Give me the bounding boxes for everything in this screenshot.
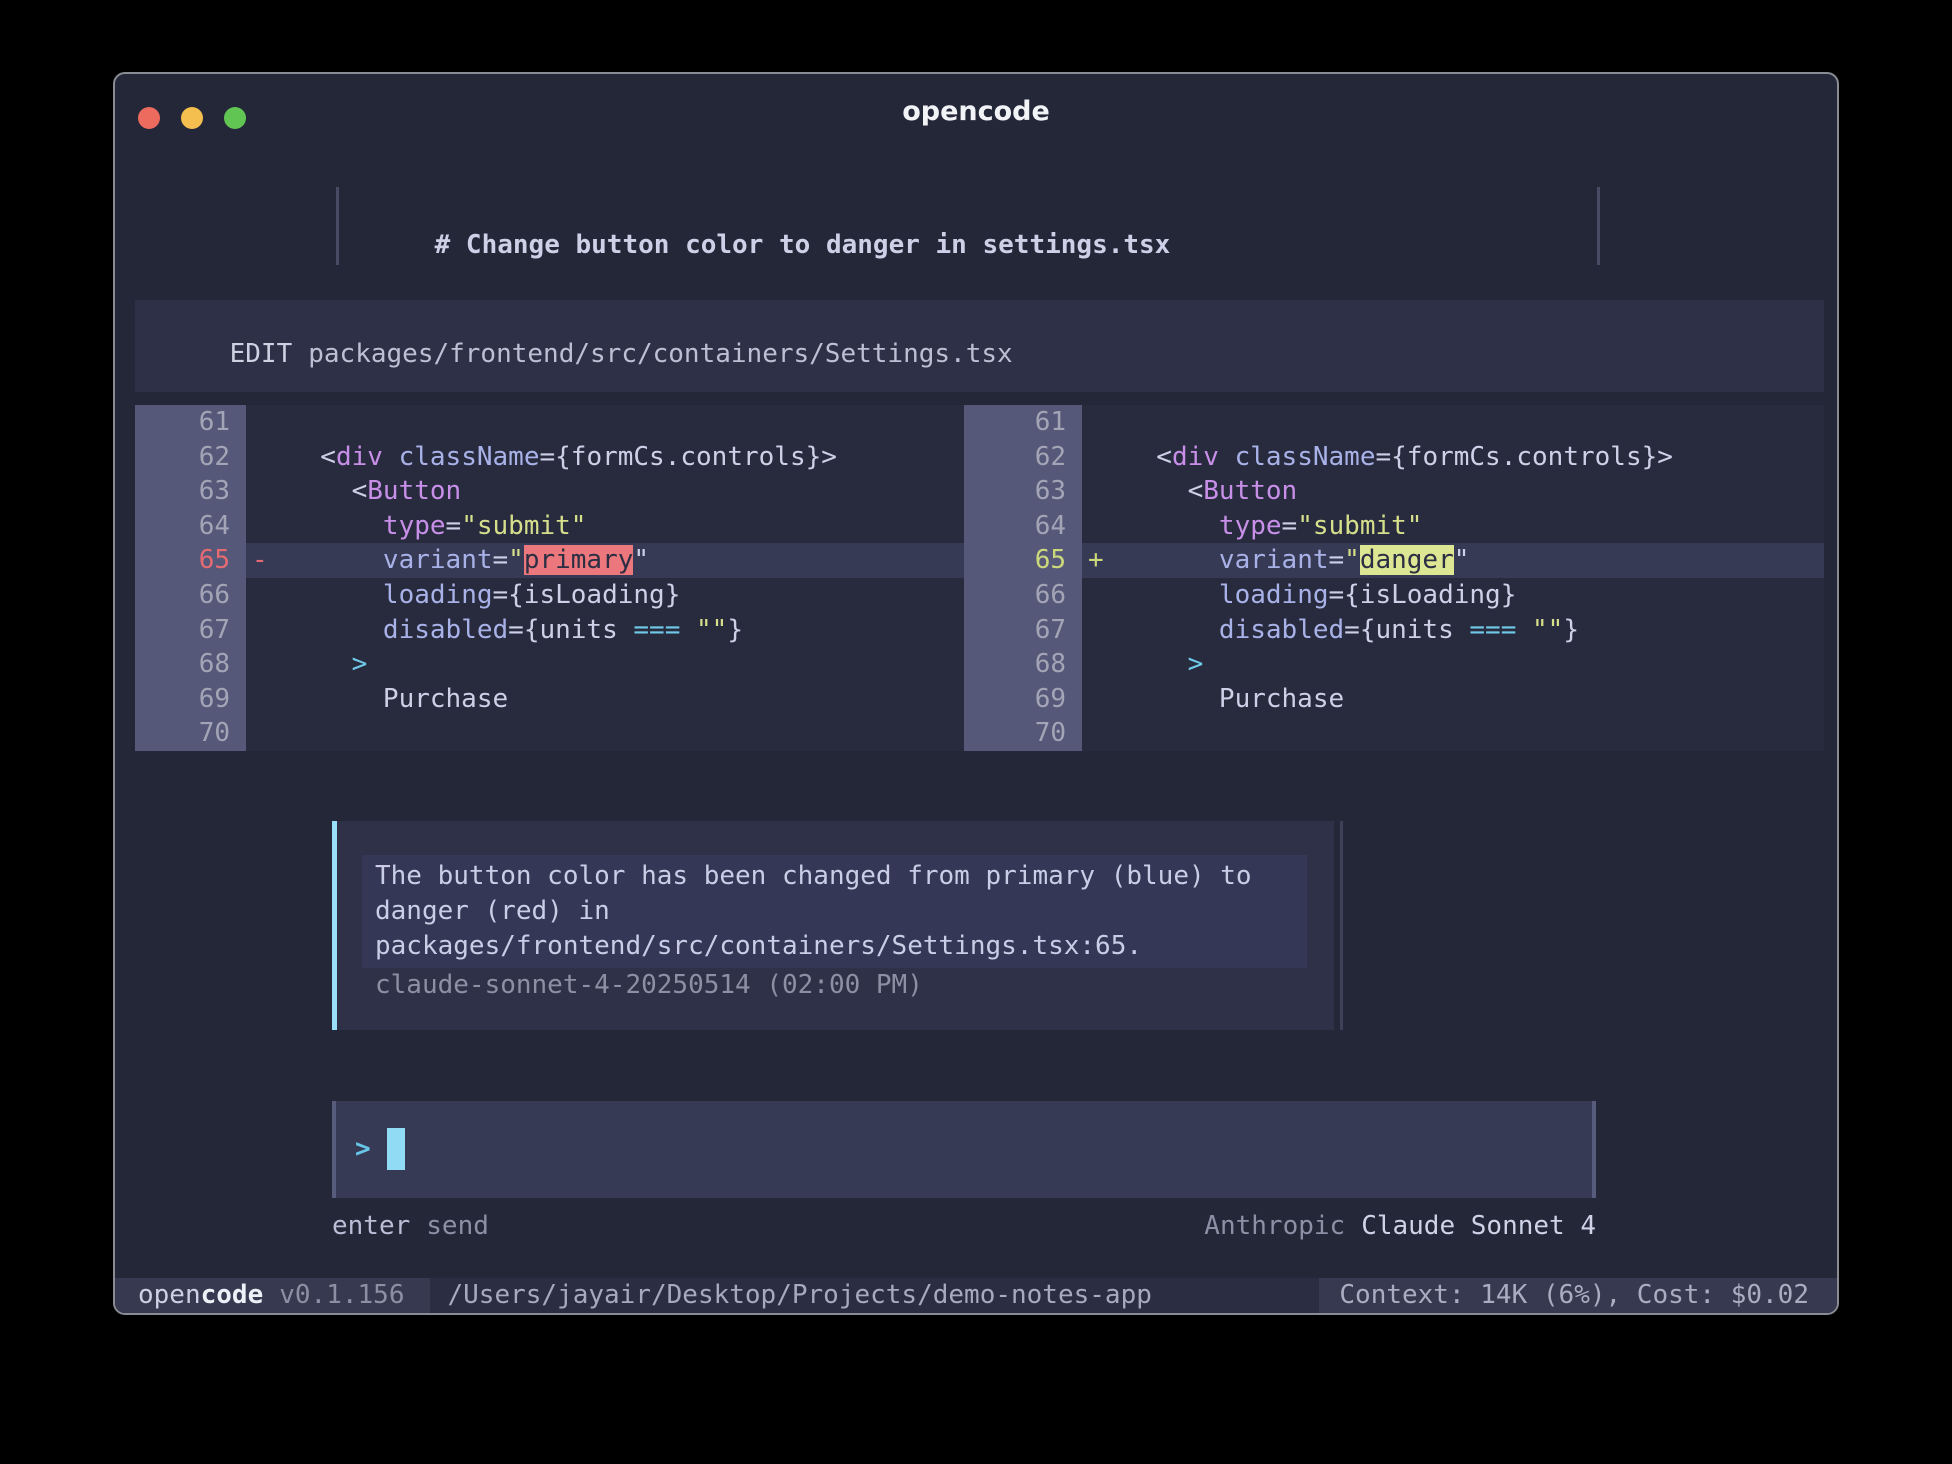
diff-row: 69 Purchase [135, 682, 964, 717]
diff-row: 63 <Button [135, 474, 964, 509]
diff-row: 65+ variant="danger" [964, 543, 1824, 578]
diff-row: 69 Purchase [964, 682, 1824, 717]
code-line: <div className={formCs.controls}> [246, 440, 964, 475]
diff-marker: - [252, 543, 268, 578]
chat-input[interactable]: > [332, 1101, 1596, 1198]
line-number: 63 [964, 474, 1082, 509]
text-cursor [387, 1128, 405, 1170]
message-line: packages/frontend/src/containers/Setting… [375, 929, 1307, 964]
line-number: 62 [135, 440, 246, 475]
app-name-normal: open [138, 1280, 201, 1310]
diff-row: 67 disabled={units === ""} [964, 613, 1824, 648]
line-number: 61 [964, 405, 1082, 440]
window-title: opencode [115, 96, 1837, 128]
code-line: > [246, 647, 964, 682]
edit-action-label: EDIT [230, 339, 293, 369]
edit-tool-panel: EDIT packages/frontend/src/containers/Set… [135, 300, 1824, 392]
context-cost-label: Context: 14K (6%), Cost: $0.02 [1319, 1278, 1837, 1313]
enter-key-label: enter [332, 1211, 410, 1241]
line-number: 65 [135, 543, 246, 578]
code-line [1082, 405, 1824, 440]
message-right-edge [1340, 821, 1343, 1030]
line-number: 66 [964, 578, 1082, 613]
diff-row: 70 [964, 716, 1824, 751]
code-line: Purchase [1082, 682, 1824, 717]
diff-row: 66 loading={isLoading} [964, 578, 1824, 613]
diff-row: 61 [964, 405, 1824, 440]
line-number: 64 [135, 509, 246, 544]
diff-marker: + [1088, 543, 1104, 578]
line-number: 62 [964, 440, 1082, 475]
app-name-bold: code [201, 1280, 264, 1310]
line-number: 66 [135, 578, 246, 613]
code-line [246, 405, 964, 440]
line-number: 64 [964, 509, 1082, 544]
input-prompt-chevron: > [355, 1129, 371, 1170]
input-hints-row: enter send Anthropic Claude Sonnet 4 [332, 1209, 1596, 1244]
line-number: 69 [964, 682, 1082, 717]
diff-row: 70 [135, 716, 964, 751]
code-line: + variant="danger" [1082, 543, 1824, 578]
line-number: 69 [135, 682, 246, 717]
line-number: 63 [135, 474, 246, 509]
code-line: Purchase [246, 682, 964, 717]
working-directory-label: /Users/jayair/Desktop/Projects/demo-note… [430, 1278, 1319, 1313]
line-number: 67 [964, 613, 1082, 648]
send-hint: enter send [332, 1209, 489, 1244]
code-line: disabled={units === ""} [246, 613, 964, 648]
code-line: type="submit" [246, 509, 964, 544]
message-line: danger (red) in [375, 894, 1307, 929]
line-number: 68 [135, 647, 246, 682]
line-number: 65 [964, 543, 1082, 578]
code-line: loading={isLoading} [1082, 578, 1824, 613]
diff-row: 64 type="submit" [964, 509, 1824, 544]
diff-row: 62 <div className={formCs.controls}> [135, 440, 964, 475]
code-line: - variant="primary" [246, 543, 964, 578]
line-number: 61 [135, 405, 246, 440]
diff-row: 68 > [135, 647, 964, 682]
diff-pane-old: 6162 <div className={formCs.controls}>63… [135, 405, 964, 751]
code-line: > [1082, 647, 1824, 682]
diff-pane-new: 6162 <div className={formCs.controls}>63… [964, 405, 1824, 751]
diff-row: 68 > [964, 647, 1824, 682]
code-line: <div className={formCs.controls}> [1082, 440, 1824, 475]
line-number: 70 [135, 716, 246, 751]
diff-row: 67 disabled={units === ""} [135, 613, 964, 648]
code-line: type="submit" [1082, 509, 1824, 544]
diff-row: 66 loading={isLoading} [135, 578, 964, 613]
line-number: 68 [964, 647, 1082, 682]
assistant-message: The button color has been changed from p… [332, 821, 1334, 1030]
code-line: <Button [246, 474, 964, 509]
code-line: <Button [1082, 474, 1824, 509]
diff-row: 65- variant="primary" [135, 543, 964, 578]
message-line: The button color has been changed from p… [375, 859, 1307, 894]
user-prompt-title: # Change button color to danger in setti… [435, 230, 1171, 260]
diff-view: 6162 <div className={formCs.controls}>63… [135, 405, 1824, 751]
diff-row: 61 [135, 405, 964, 440]
line-number: 70 [964, 716, 1082, 751]
code-line: loading={isLoading} [246, 578, 964, 613]
code-line [1082, 716, 1824, 751]
line-number: 67 [135, 613, 246, 648]
app-version-label: v0.1.156 [279, 1280, 404, 1310]
send-action-label: send [426, 1211, 489, 1241]
diff-row: 63 <Button [964, 474, 1824, 509]
edit-file-path: packages/frontend/src/containers/Setting… [308, 339, 1012, 369]
code-line [246, 716, 964, 751]
code-line: disabled={units === ""} [1082, 613, 1824, 648]
diff-row: 64 type="submit" [135, 509, 964, 544]
prompt-header: # Change button color to danger in setti… [336, 187, 1600, 265]
model-indicator: Anthropic Claude Sonnet 4 [1204, 1209, 1596, 1244]
model-timestamp-label: claude-sonnet-4-20250514 (02:00 PM) [375, 968, 1334, 1003]
diff-row: 62 <div className={formCs.controls}> [964, 440, 1824, 475]
model-name-label: Claude Sonnet 4 [1361, 1211, 1596, 1241]
opencode-window: opencode # Change button color to danger… [113, 72, 1839, 1315]
assistant-paragraph: The button color has been changed from p… [362, 855, 1307, 968]
provider-label: Anthropic [1204, 1211, 1345, 1241]
app-version-segment: opencode v0.1.156 [115, 1278, 430, 1313]
status-bar: opencode v0.1.156 /Users/jayair/Desktop/P… [115, 1278, 1837, 1313]
